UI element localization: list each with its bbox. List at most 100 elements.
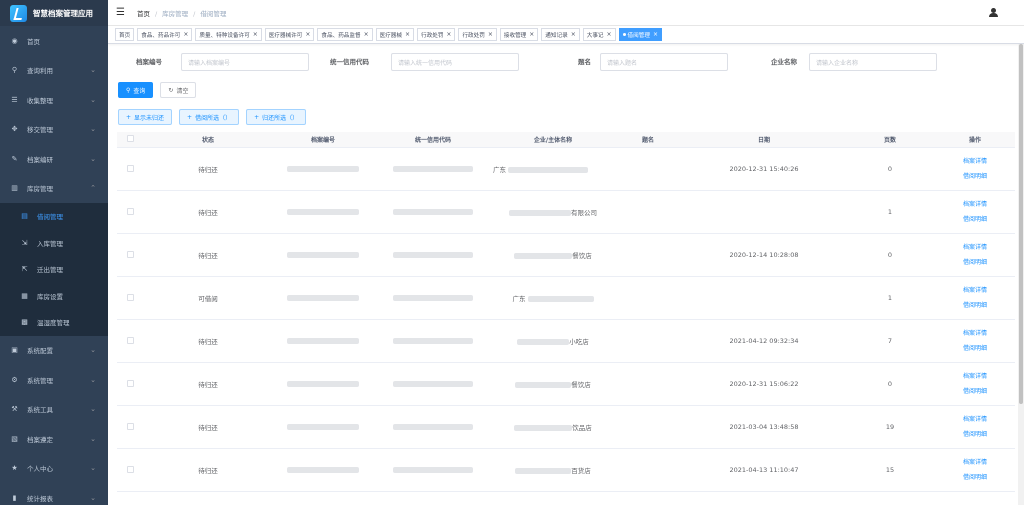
- borrow-detail-link[interactable]: 借阅明细: [935, 470, 1015, 485]
- navbar: ☰ 首页 / 库房管理 / 借阅管理: [108, 0, 1024, 26]
- pages-cell: 1: [887, 208, 893, 216]
- borrow-detail-link[interactable]: 借阅明细: [935, 212, 1015, 227]
- sidebar-item-label: 系统工具: [27, 406, 53, 415]
- sidebar-item-stats[interactable]: ▮ 统计报表 ⌄: [0, 483, 108, 505]
- archive-detail-link[interactable]: 档案详情: [935, 154, 1015, 169]
- sidebar-item-humidity[interactable]: ▩ 温湿度管理: [0, 309, 108, 336]
- breadcrumb-home[interactable]: 首页: [137, 10, 150, 18]
- close-icon[interactable]: ×: [364, 31, 369, 38]
- tag-food-drug-license[interactable]: 食品、药品许可 ×: [137, 28, 193, 41]
- sidebar-item-profile[interactable]: ★ 个人中心 ⌄: [0, 454, 108, 484]
- row-checkbox[interactable]: [126, 293, 134, 301]
- tag-penalty-1[interactable]: 行政处罚 ×: [417, 28, 456, 41]
- sidebar-item-compile[interactable]: ✎ 档案编研 ⌄: [0, 144, 108, 174]
- row-checkbox[interactable]: [126, 336, 134, 344]
- vertical-scrollbar[interactable]: [1018, 44, 1024, 505]
- inbound-icon: ⇲: [21, 238, 28, 247]
- user-icon[interactable]: [989, 8, 998, 18]
- close-icon[interactable]: ×: [405, 31, 410, 38]
- masked-credit-code: [393, 209, 473, 215]
- masked-credit-code: [393, 467, 473, 473]
- app-logo[interactable]: 智慧档案管理应用: [0, 0, 108, 26]
- close-icon[interactable]: ×: [571, 31, 576, 38]
- select-all-checkbox[interactable]: [126, 135, 134, 142]
- tag-receive[interactable]: 接收管理 ×: [499, 28, 539, 41]
- tag-events[interactable]: 大事记 ×: [582, 28, 616, 41]
- archive-detail-link[interactable]: 档案详情: [935, 455, 1015, 470]
- archive-detail-link[interactable]: 档案详情: [935, 412, 1015, 427]
- field-label-credit-code: 统一信用代码: [330, 58, 369, 66]
- reset-button[interactable]: ↻ 清空: [160, 82, 197, 98]
- archive-detail-link[interactable]: 档案详情: [935, 283, 1015, 298]
- borrow-detail-link[interactable]: 借阅明细: [935, 255, 1015, 270]
- tag-notice[interactable]: 通知记录 ×: [541, 28, 580, 41]
- close-icon[interactable]: ×: [488, 31, 493, 38]
- archive-detail-link[interactable]: 档案详情: [935, 369, 1015, 384]
- close-icon[interactable]: ×: [653, 31, 658, 38]
- row-checkbox[interactable]: [126, 207, 134, 215]
- borrow-detail-link[interactable]: 借阅明细: [935, 298, 1015, 313]
- close-icon[interactable]: ×: [446, 31, 451, 38]
- row-checkbox[interactable]: [126, 250, 134, 258]
- tag-medical-device[interactable]: 医疗器械 ×: [375, 28, 415, 41]
- tag-quality-license[interactable]: 质量、特种设备许可 ×: [195, 28, 262, 41]
- tag-food-drug-supervision[interactable]: 食品、药品监督 ×: [317, 28, 373, 41]
- credit-code-input[interactable]: 请输入统一信用代码: [391, 53, 519, 71]
- archive-no-input[interactable]: 请输入档案编号: [181, 53, 309, 71]
- sidebar-item-query[interactable]: ⚲ 查询利用 ⌄: [0, 56, 108, 86]
- status-cell: 待归还: [198, 467, 218, 475]
- sidebar-item-warehouse-settings[interactable]: ▦ 库房设置: [0, 283, 108, 310]
- show-unreturned-button[interactable]: + 显示未归还: [118, 109, 173, 125]
- masked-credit-code: [393, 295, 473, 301]
- row-checkbox[interactable]: [126, 465, 134, 473]
- gear-icon: ⚙: [11, 375, 18, 384]
- close-icon[interactable]: ×: [529, 31, 534, 38]
- tag-penalty-2[interactable]: 行政处罚 ×: [458, 28, 497, 41]
- return-selected-button[interactable]: + 归还所选（）: [246, 109, 307, 125]
- col-status: 状态: [201, 137, 214, 144]
- sidebar-item-outbound[interactable]: ⇱ 迁出管理: [0, 256, 108, 283]
- company-input[interactable]: 请输入企业名称: [809, 53, 937, 71]
- status-cell: 可借阅: [198, 295, 218, 303]
- breadcrumb-warehouse[interactable]: 库房管理: [162, 10, 188, 18]
- archive-detail-link[interactable]: 档案详情: [935, 197, 1015, 212]
- borrow-table: 状态 档案编号 统一信用代码 企业/主体名称 题名 日期 页数 操作 待归还 广…: [117, 132, 1015, 492]
- borrow-detail-link[interactable]: 借阅明细: [935, 384, 1015, 399]
- sidebar-item-systools[interactable]: ⚒ 系统工具 ⌄: [0, 395, 108, 425]
- row-checkbox[interactable]: [126, 379, 134, 387]
- sidebar-item-label: 系统配置: [27, 347, 53, 356]
- query-button[interactable]: ⚲ 查询: [118, 82, 154, 98]
- archive-detail-link[interactable]: 档案详情: [935, 326, 1015, 341]
- col-archive-no: 档案编号: [310, 137, 335, 144]
- title-input[interactable]: 请输入题名: [600, 53, 728, 71]
- sidebar-item-borrow[interactable]: ▤ 借阅管理: [0, 203, 108, 230]
- row-checkbox[interactable]: [126, 422, 134, 430]
- borrow-detail-link[interactable]: 借阅明细: [935, 427, 1015, 442]
- tag-medical-license[interactable]: 医疗器械许可 ×: [264, 28, 315, 41]
- sidebar-item-collect[interactable]: ☰ 收集整理 ⌄: [0, 85, 108, 115]
- row-checkbox[interactable]: [126, 164, 134, 172]
- close-icon[interactable]: ×: [253, 31, 258, 38]
- sidebar-item-home[interactable]: ◉ 首页: [0, 26, 108, 56]
- plus-icon: +: [187, 113, 193, 121]
- sidebar-item-inbound[interactable]: ⇲ 入库管理: [0, 230, 108, 257]
- borrow-selected-button[interactable]: + 借阅所选（）: [179, 109, 240, 125]
- sidebar-item-sysmanage[interactable]: ⚙ 系统管理 ⌄: [0, 365, 108, 395]
- close-icon[interactable]: ×: [607, 31, 612, 38]
- archive-detail-link[interactable]: 档案详情: [935, 240, 1015, 255]
- close-icon[interactable]: ×: [305, 31, 310, 38]
- borrow-detail-link[interactable]: 借阅明细: [935, 169, 1015, 184]
- tag-home[interactable]: 首页: [115, 28, 135, 41]
- col-title: 题名: [641, 137, 654, 144]
- sidebar-item-warehouse[interactable]: ▥ 库房管理 ⌃: [0, 174, 108, 204]
- borrow-detail-link[interactable]: 借阅明细: [935, 341, 1015, 356]
- tag-borrow[interactable]: 借阅管理 ×: [618, 28, 662, 41]
- close-icon[interactable]: ×: [183, 31, 188, 38]
- sidebar-item-sysconfig[interactable]: ▣ 系统配置 ⌄: [0, 336, 108, 366]
- masked-credit-code: [393, 424, 473, 430]
- settings-icon: ▦: [21, 291, 28, 300]
- scrollbar-thumb[interactable]: [1019, 44, 1023, 404]
- sidebar-item-transfer[interactable]: ✥ 移交管理 ⌄: [0, 115, 108, 145]
- sidebar-item-archive-stamp[interactable]: ▧ 档案遵定 ⌄: [0, 424, 108, 454]
- hamburger-icon[interactable]: ☰: [116, 7, 125, 18]
